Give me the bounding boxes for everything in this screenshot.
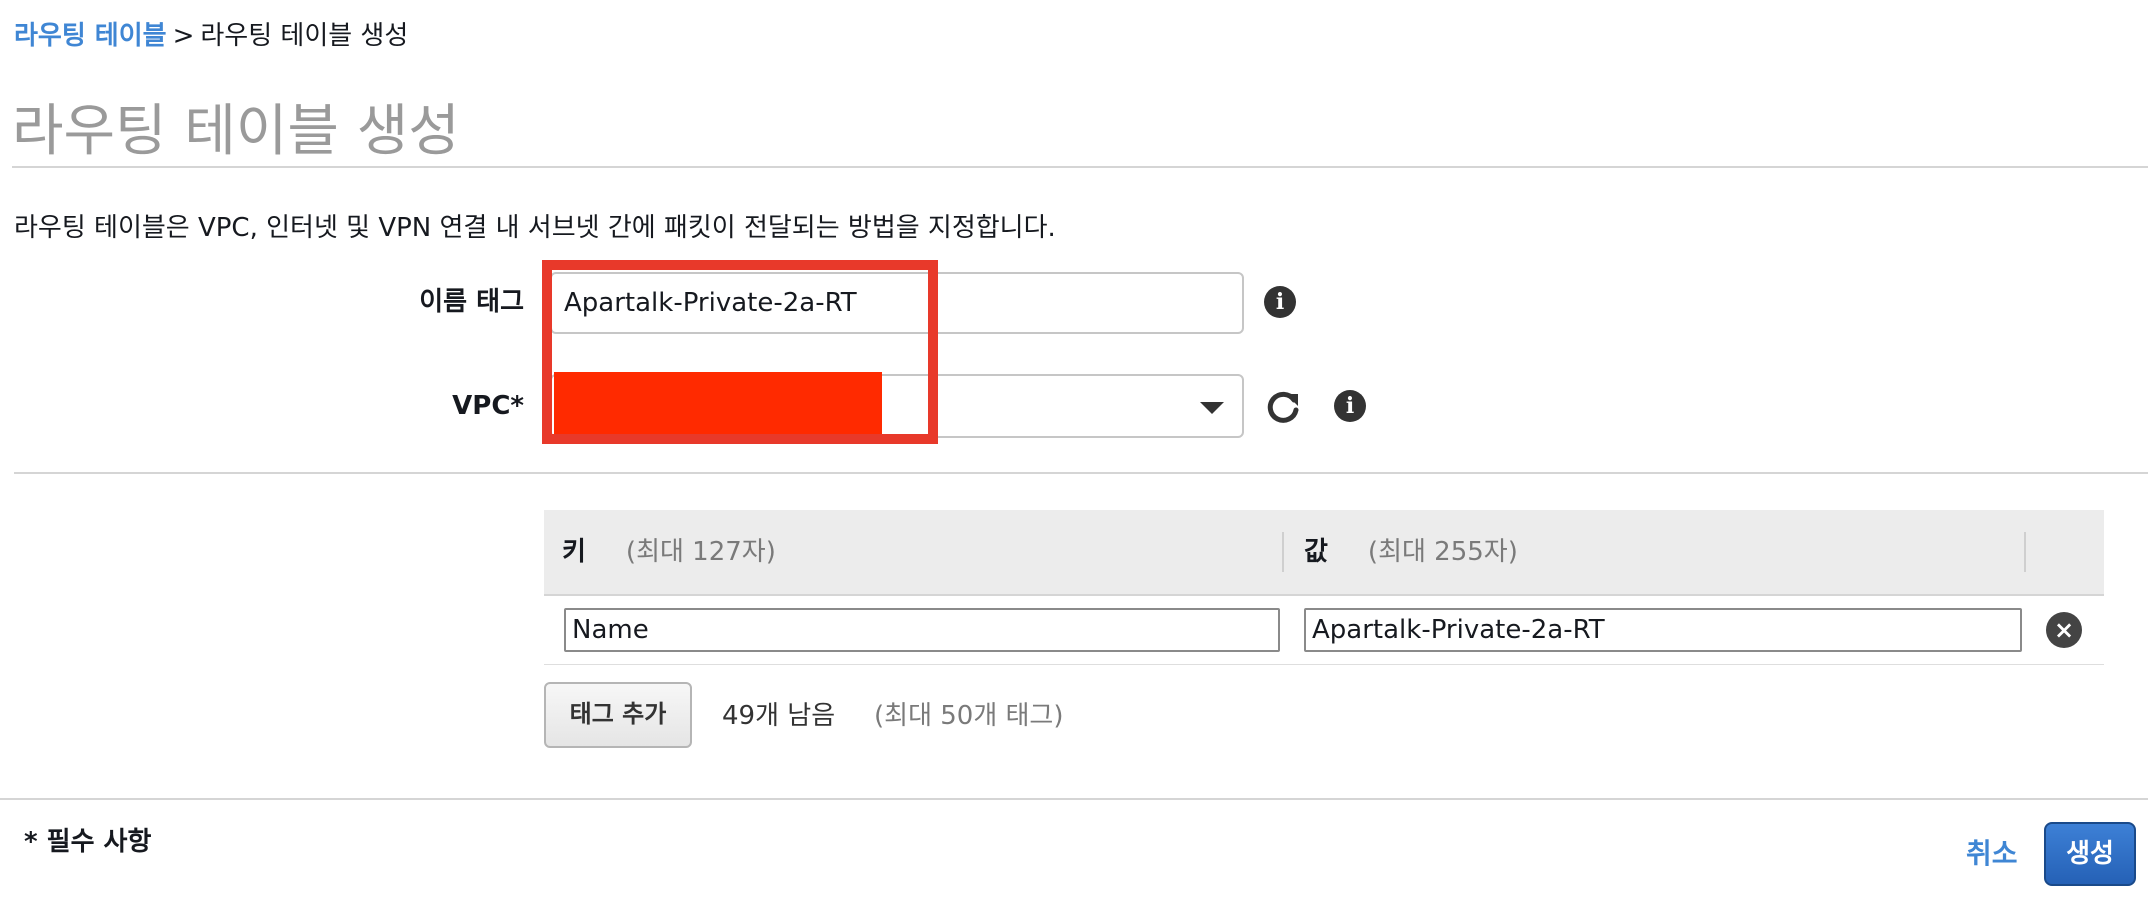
highlight-annotation	[542, 260, 938, 444]
page-title: 라우팅 테이블 생성	[12, 99, 460, 164]
close-circle-icon[interactable]: ×	[2046, 612, 2082, 648]
page-description: 라우팅 테이블은 VPC, 인터넷 및 VPN 연결 내 서브넷 간에 패킷이 …	[14, 213, 1056, 243]
value-column-header: 값 (최대 255자)	[1304, 534, 1518, 570]
chevron-down-icon[interactable]	[1200, 402, 1224, 414]
tags-remaining: 49개 남음	[722, 701, 836, 731]
column-divider	[1282, 532, 1284, 572]
key-header-label: 키	[562, 537, 586, 567]
tag-value-input[interactable]	[1304, 608, 2022, 652]
key-column-header: 키 (최대 127자)	[562, 534, 776, 570]
column-divider	[2024, 532, 2026, 572]
add-tag-button[interactable]: 태그 추가	[544, 682, 692, 748]
vpc-info-icon[interactable]: i	[1334, 390, 1366, 422]
key-header-hint: (최대 127자)	[625, 537, 776, 567]
breadcrumb: 라우팅 테이블 > 라우팅 테이블 생성	[14, 18, 408, 54]
breadcrumb-current: 라우팅 테이블 생성	[200, 21, 409, 51]
value-header-label: 값	[1304, 537, 1328, 567]
create-button[interactable]: 생성	[2044, 822, 2136, 886]
info-icon[interactable]: i	[1264, 286, 1296, 318]
breadcrumb-separator: >	[172, 21, 195, 51]
tags-max-note: (최대 50개 태그)	[874, 701, 1064, 731]
value-header-hint: (최대 255자)	[1367, 537, 1518, 567]
required-note: * 필수 사항	[24, 827, 152, 857]
cancel-button[interactable]: 취소	[1966, 834, 2018, 874]
breadcrumb-link-route-tables[interactable]: 라우팅 테이블	[14, 21, 167, 51]
tag-row-divider	[544, 664, 2104, 665]
vpc-label: VPC*	[452, 391, 524, 421]
tag-key-input[interactable]	[564, 608, 1280, 652]
footer-divider	[0, 798, 2148, 800]
title-divider	[12, 166, 2148, 168]
form-divider	[14, 472, 2148, 474]
name-tag-label: 이름 태그	[419, 287, 524, 317]
refresh-icon[interactable]	[1264, 388, 1302, 426]
